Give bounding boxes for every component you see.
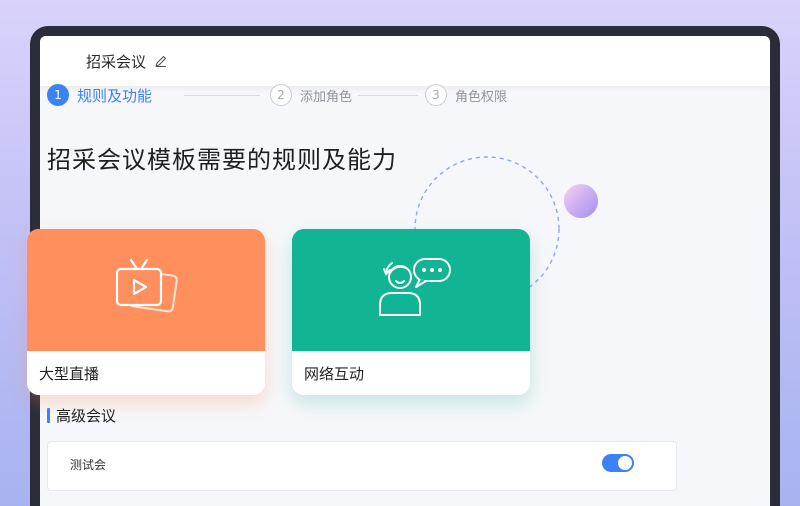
card-header (292, 229, 530, 351)
header-bar: 招采会议 (40, 36, 770, 86)
stepper: 1 规则及功能 2 添加角色 3 角色权限 (47, 84, 527, 106)
step-2[interactable]: 2 添加角色 (270, 84, 352, 106)
edit-pencil-icon[interactable] (154, 54, 168, 68)
page-title: 招采会议 (86, 52, 147, 71)
step-number: 3 (425, 84, 447, 106)
step-connector (358, 95, 418, 96)
setting-row: 测试会 (47, 441, 677, 491)
step-label: 规则及功能 (77, 86, 153, 105)
toggle-knob (618, 456, 632, 470)
section-title-text: 高级会议 (56, 407, 117, 425)
orbit-ball (564, 184, 598, 218)
step-label: 角色权限 (455, 89, 508, 105)
step-label: 添加角色 (300, 89, 353, 105)
section-title: 高级会议 (47, 405, 116, 426)
step-1[interactable]: 1 规则及功能 (47, 84, 152, 106)
step-number: 2 (270, 84, 292, 106)
user-chat-icon (366, 255, 456, 323)
tv-icon (111, 257, 181, 321)
setting-toggle[interactable] (602, 454, 634, 472)
card-live-broadcast[interactable]: 大型直播 (27, 229, 265, 395)
setting-label: 测试会 (70, 458, 107, 472)
main-heading: 招采会议模板需要的规则及能力 (47, 146, 397, 174)
step-3[interactable]: 3 角色权限 (425, 84, 507, 106)
section-accent-bar (47, 408, 50, 423)
card-label: 大型直播 (27, 351, 265, 395)
step-connector (184, 95, 260, 96)
card-header (27, 229, 265, 351)
card-label: 网络互动 (292, 351, 530, 395)
step-number: 1 (47, 84, 69, 106)
card-network-interaction[interactable]: 网络互动 (292, 229, 530, 395)
